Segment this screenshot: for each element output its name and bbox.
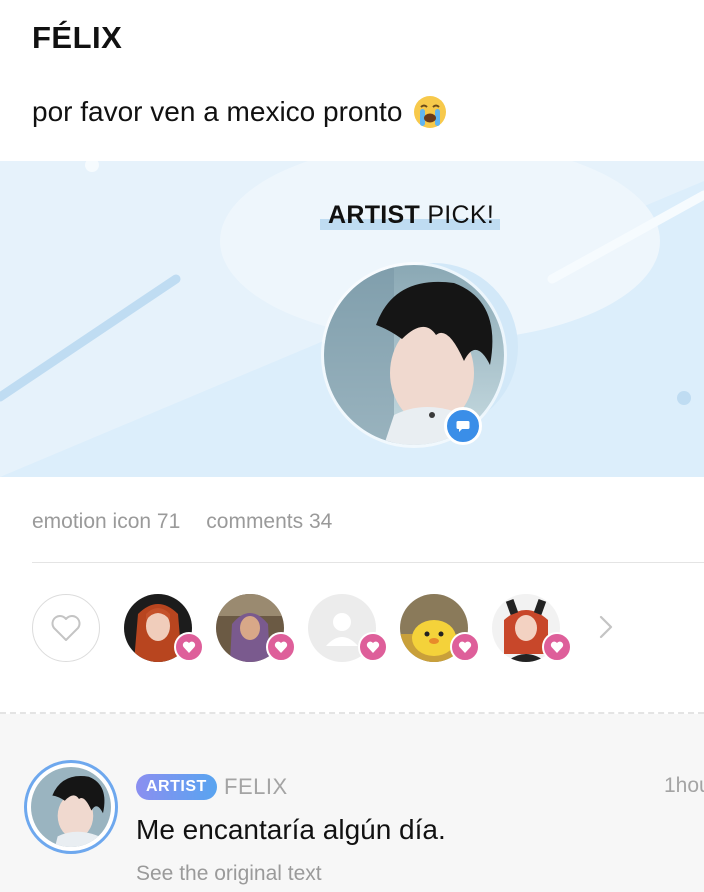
comment-avatar-photo xyxy=(31,767,111,847)
heart-outline-icon xyxy=(51,615,81,641)
artist-pick-label-rest: PICK! xyxy=(420,201,495,229)
heart-icon xyxy=(182,641,196,653)
heart-badge xyxy=(450,632,480,662)
heart-icon xyxy=(458,641,472,653)
heart-icon xyxy=(550,641,564,653)
chevron-right-icon[interactable] xyxy=(596,612,616,642)
heart-icon xyxy=(366,641,380,653)
heart-badge xyxy=(266,632,296,662)
crying-emoji-icon xyxy=(412,94,448,130)
comment-count[interactable]: comments 34 xyxy=(206,510,332,534)
emotion-count[interactable]: emotion icon 71 xyxy=(32,510,180,534)
post-body: por favor ven a mexico pronto xyxy=(32,94,448,130)
artist-tag: ARTIST xyxy=(136,774,217,800)
heart-badge xyxy=(542,632,572,662)
comment-text: Me encantaría algún día. xyxy=(136,814,446,845)
divider xyxy=(32,562,704,563)
heart-badge xyxy=(358,632,388,662)
liker-avatar[interactable] xyxy=(308,594,388,662)
liker-avatar[interactable] xyxy=(216,594,296,662)
artist-pick-banner[interactable]: ARTIST PICK! xyxy=(0,161,704,477)
chat-bubble-badge[interactable] xyxy=(444,407,482,445)
see-original-link[interactable]: See the original text xyxy=(136,862,322,886)
comment-time: 1hou xyxy=(664,774,704,797)
like-button[interactable] xyxy=(32,594,100,662)
heart-icon xyxy=(274,641,288,653)
post-stats: emotion icon 71 comments 34 xyxy=(32,510,332,534)
post-body-text: por favor ven a mexico pronto xyxy=(32,96,403,127)
heart-badge xyxy=(174,632,204,662)
chat-bubble-icon xyxy=(456,421,470,432)
comment-author[interactable]: FELIX xyxy=(224,774,288,800)
artist-pick-label-bold: ARTIST xyxy=(328,201,421,229)
post-title: FÉLIX xyxy=(32,20,123,55)
liker-avatar[interactable] xyxy=(124,594,204,662)
artist-avatar-wrap[interactable] xyxy=(324,265,504,445)
liker-avatar[interactable] xyxy=(400,594,480,662)
artist-pick-label: ARTIST PICK! xyxy=(320,201,501,230)
comment-avatar[interactable] xyxy=(24,760,118,854)
liker-avatar[interactable] xyxy=(492,594,572,662)
